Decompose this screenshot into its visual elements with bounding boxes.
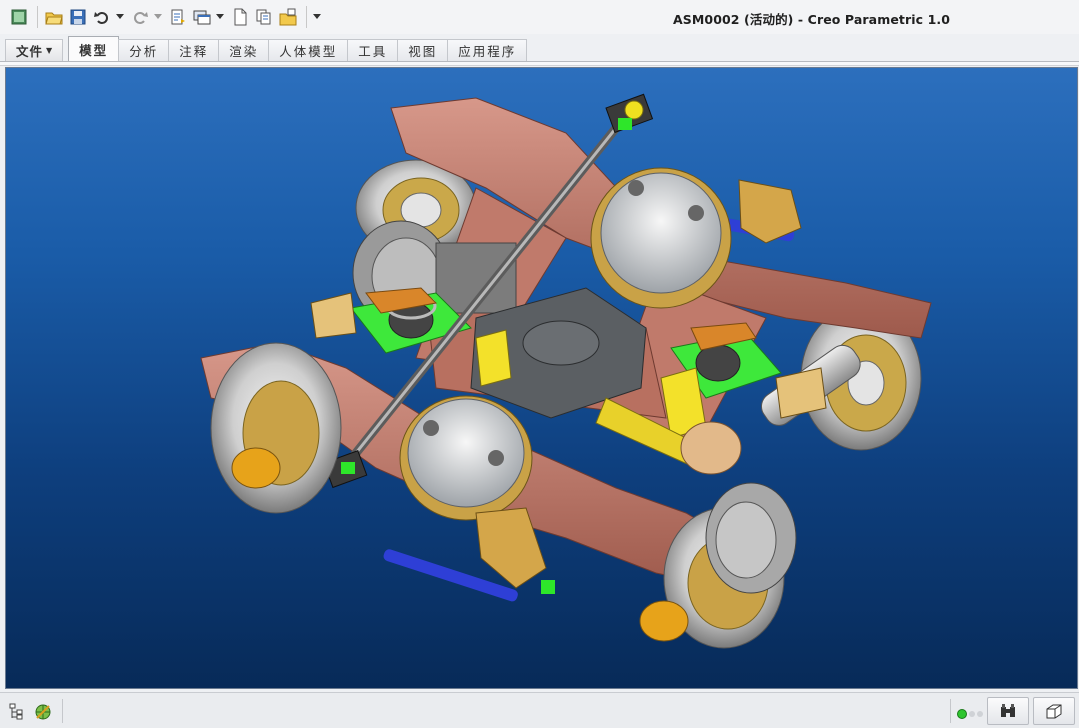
regenerate-icon[interactable] <box>167 6 189 28</box>
brake-disc-lower <box>399 395 533 521</box>
graphics-window[interactable] <box>5 67 1078 689</box>
close-icon[interactable] <box>277 6 299 28</box>
selection-filter-button[interactable] <box>1033 697 1075 725</box>
windows-icon[interactable] <box>191 6 213 28</box>
tab-analysis[interactable]: 分析 <box>118 39 170 61</box>
green-marker <box>541 580 555 594</box>
copy-icon[interactable] <box>253 6 275 28</box>
ribbon-collapsed-bar <box>0 62 1079 66</box>
tab-model[interactable]: 模型 <box>68 36 120 61</box>
creo-window: ASM0002 (活动的) - Creo Parametric 1.0 文件 ▼… <box>0 0 1079 728</box>
ribbon-tabs: 文件 ▼ 模型 分析 注释 渲染 人体模型 工具 视图 应用程序 <box>0 36 1079 62</box>
tab-applications[interactable]: 应用程序 <box>447 39 528 61</box>
redo-dropdown-icon[interactable] <box>153 6 163 28</box>
tab-view[interactable]: 视图 <box>397 39 449 61</box>
web-browser-icon[interactable] <box>30 699 56 725</box>
wheel-rear-right <box>210 342 342 514</box>
tab-render[interactable]: 渲染 <box>218 39 270 61</box>
new-icon[interactable] <box>229 6 251 28</box>
toolbar-separator <box>37 6 38 28</box>
window-title: ASM0002 (活动的) - Creo Parametric 1.0 <box>673 12 951 27</box>
chevron-down-icon: ▼ <box>46 46 53 55</box>
customize-toolbar-icon[interactable] <box>312 6 322 28</box>
tab-annotate[interactable]: 注释 <box>168 39 220 61</box>
file-menu-label: 文件 <box>16 44 44 59</box>
save-icon[interactable] <box>67 6 89 28</box>
toolbar-separator <box>306 6 307 28</box>
find-button[interactable] <box>987 697 1029 725</box>
undo-dropdown-icon[interactable] <box>115 6 125 28</box>
status-dot <box>969 711 975 717</box>
status-bar <box>0 692 1079 728</box>
regeneration-status-light <box>957 709 967 719</box>
file-menu[interactable]: 文件 ▼ <box>5 39 64 61</box>
selection-filter-icon <box>1046 704 1062 719</box>
status-separator <box>62 699 63 723</box>
axle-box-cover <box>231 447 281 489</box>
status-separator <box>950 699 951 723</box>
bogie-assembly-model[interactable] <box>6 68 1078 689</box>
model-tree-icon[interactable] <box>4 699 30 725</box>
redo-icon[interactable] <box>129 6 151 28</box>
windows-dropdown-icon[interactable] <box>215 6 225 28</box>
find-icon <box>1001 704 1015 717</box>
open-icon[interactable] <box>43 6 65 28</box>
brake-disc-upper <box>590 167 732 309</box>
tab-manikin[interactable]: 人体模型 <box>268 39 349 61</box>
new-window-icon[interactable] <box>8 6 30 28</box>
tan-bracket <box>310 292 357 339</box>
axle-box-cover <box>639 600 689 642</box>
tab-tools[interactable]: 工具 <box>347 39 399 61</box>
undo-icon[interactable] <box>91 6 113 28</box>
status-dot <box>977 711 983 717</box>
yellow-bracket <box>475 329 512 387</box>
